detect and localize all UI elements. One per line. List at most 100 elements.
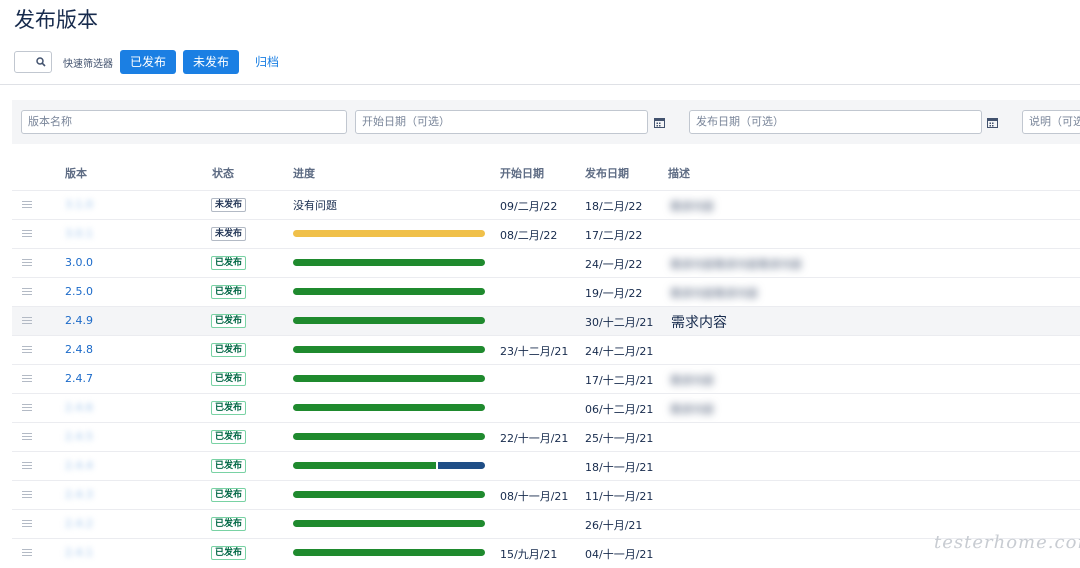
- progress-bar[interactable]: [293, 491, 485, 498]
- version-name-input[interactable]: 版本名称: [21, 110, 347, 134]
- version-link[interactable]: 3.1.0: [65, 198, 93, 211]
- version-link[interactable]: 2.4.7: [65, 372, 93, 385]
- release-date-cell: 24/十二月/21: [585, 345, 654, 358]
- drag-handle-icon[interactable]: [22, 259, 32, 268]
- release-date-cell: 18/二月/22: [585, 200, 643, 213]
- start-date-input[interactable]: 开始日期（可选）: [355, 110, 648, 134]
- progress-bar[interactable]: [293, 346, 485, 353]
- progress-segment: [293, 520, 485, 527]
- progress-segment: [293, 491, 485, 498]
- progress-bar[interactable]: [293, 317, 485, 324]
- progress-bar[interactable]: [293, 259, 485, 266]
- drag-handle-icon[interactable]: [22, 433, 32, 442]
- table-row[interactable]: 2.4.8 已发布 23/十二月/21 24/十二月/21: [12, 335, 1080, 364]
- unreleased-filter-button[interactable]: 未发布: [183, 50, 240, 74]
- drag-handle-icon[interactable]: [22, 520, 32, 529]
- table-row[interactable]: 2.4.1 已发布 15/九月/21 04/十一月/21: [12, 538, 1080, 567]
- progress-bar[interactable]: [293, 288, 485, 295]
- status-badge: 已发布: [211, 401, 247, 415]
- progress-bar[interactable]: [293, 404, 485, 411]
- progress-bar[interactable]: [293, 549, 485, 556]
- table-row[interactable]: 2.4.6 已发布 06/十二月/21 需求内容: [12, 393, 1080, 422]
- create-version-form: 版本名称 开始日期（可选） 发布日期（可选） 说明（可选）: [12, 100, 1080, 144]
- release-date-cell: 17/二月/22: [585, 229, 643, 242]
- status-badge: 已发布: [211, 517, 247, 531]
- table-row[interactable]: 2.4.4 已发布 18/十一月/21: [12, 451, 1080, 480]
- released-filter-button[interactable]: 已发布: [120, 50, 177, 74]
- drag-handle-icon[interactable]: [22, 491, 32, 500]
- versions-table: 3.1.0 未发布 没有问题 09/二月/22 18/二月/22 需求内容 3.0.1 未发布…: [12, 190, 1080, 567]
- calendar-icon[interactable]: [987, 117, 998, 128]
- search-input[interactable]: [14, 51, 52, 73]
- table-row[interactable]: 2.5.0 已发布 19/一月/22 需求内容需求内容: [12, 277, 1080, 306]
- column-header-status: 状态: [212, 167, 234, 180]
- version-link[interactable]: 2.4.9: [65, 314, 93, 327]
- toolbar: 快速筛选器 已发布 未发布 归档: [14, 50, 279, 74]
- page-title: 发布版本: [14, 8, 98, 32]
- status-badge: 已发布: [211, 459, 247, 473]
- progress-segment: [293, 549, 485, 556]
- version-link[interactable]: 2.4.3: [65, 488, 93, 501]
- release-date-cell: 04/十一月/21: [585, 548, 654, 561]
- version-link[interactable]: 3.0.0: [65, 256, 93, 269]
- drag-handle-icon[interactable]: [22, 230, 32, 239]
- drag-handle-icon[interactable]: [22, 346, 32, 355]
- archived-link[interactable]: 归档: [255, 50, 279, 74]
- calendar-icon[interactable]: [654, 117, 665, 128]
- progress-segment: [293, 404, 485, 411]
- description-cell: 需求内容: [671, 315, 727, 331]
- drag-handle-icon[interactable]: [22, 317, 32, 326]
- progress-segment: [293, 230, 485, 237]
- release-date-input[interactable]: 发布日期（可选）: [689, 110, 982, 134]
- column-header-description: 描述: [668, 167, 690, 180]
- version-link[interactable]: 2.4.8: [65, 343, 93, 356]
- version-link[interactable]: 2.4.4: [65, 459, 93, 472]
- drag-handle-icon[interactable]: [22, 201, 32, 210]
- status-badge: 已发布: [211, 256, 247, 270]
- version-link[interactable]: 2.5.0: [65, 285, 93, 298]
- progress-bar[interactable]: [293, 375, 485, 382]
- table-row[interactable]: 3.1.0 未发布 没有问题 09/二月/22 18/二月/22 需求内容: [12, 190, 1080, 219]
- start-date-cell: 15/九月/21: [500, 548, 558, 561]
- column-header-progress: 进度: [293, 167, 315, 180]
- table-row[interactable]: 2.4.3 已发布 08/十一月/21 11/十一月/21: [12, 480, 1080, 509]
- drag-handle-icon[interactable]: [22, 462, 32, 471]
- table-row[interactable]: 2.4.5 已发布 22/十一月/21 25/十一月/21: [12, 422, 1080, 451]
- version-link[interactable]: 2.4.5: [65, 430, 93, 443]
- version-link[interactable]: 2.4.2: [65, 517, 93, 530]
- progress-segment: [293, 317, 485, 324]
- description-cell: 需求内容: [670, 200, 714, 213]
- description-cell: 需求内容需求内容: [670, 287, 758, 300]
- drag-handle-icon[interactable]: [22, 288, 32, 297]
- progress-segment: [293, 288, 485, 295]
- table-row[interactable]: 2.4.2 已发布 26/十月/21: [12, 509, 1080, 538]
- progress-bar[interactable]: [293, 520, 485, 527]
- column-header-release-date: 发布日期: [585, 167, 629, 180]
- start-date-cell: 08/二月/22: [500, 229, 558, 242]
- drag-handle-icon[interactable]: [22, 549, 32, 558]
- description-cell: 需求内容: [670, 374, 714, 387]
- drag-handle-icon[interactable]: [22, 375, 32, 384]
- description-input[interactable]: 说明（可选）: [1022, 110, 1080, 134]
- version-link[interactable]: 3.0.1: [65, 227, 93, 240]
- version-link[interactable]: 2.4.6: [65, 401, 93, 414]
- progress-segment: [293, 462, 436, 469]
- drag-handle-icon[interactable]: [22, 404, 32, 413]
- release-date-cell: 30/十二月/21: [585, 316, 654, 329]
- progress-bar[interactable]: [293, 230, 485, 237]
- table-row[interactable]: 2.4.9 已发布 30/十二月/21 需求内容: [12, 306, 1080, 335]
- release-date-cell: 06/十二月/21: [585, 403, 654, 416]
- version-link[interactable]: 2.4.1: [65, 546, 93, 559]
- progress-bar[interactable]: [293, 462, 485, 469]
- progress-bar[interactable]: [293, 433, 485, 440]
- table-row[interactable]: 3.0.1 未发布 08/二月/22 17/二月/22: [12, 219, 1080, 248]
- progress-segment: [293, 375, 485, 382]
- table-row[interactable]: 3.0.0 已发布 24/一月/22 需求内容需求内容需求内容: [12, 248, 1080, 277]
- search-icon: [36, 57, 46, 67]
- start-date-cell: 23/十二月/21: [500, 345, 569, 358]
- status-badge: 已发布: [211, 343, 247, 357]
- release-date-cell: 11/十一月/21: [585, 490, 654, 503]
- column-header-start-date: 开始日期: [500, 167, 544, 180]
- table-row[interactable]: 2.4.7 已发布 17/十二月/21 需求内容: [12, 364, 1080, 393]
- start-date-cell: 09/二月/22: [500, 200, 558, 213]
